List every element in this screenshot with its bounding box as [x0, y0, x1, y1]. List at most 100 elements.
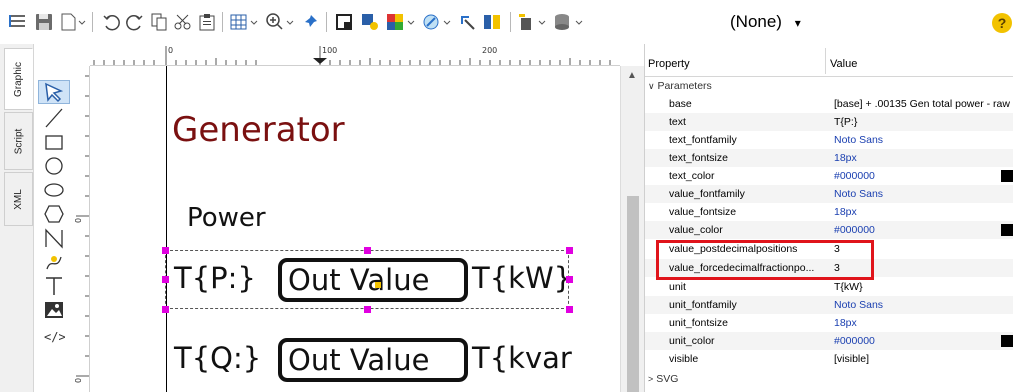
- redo-icon[interactable]: [124, 0, 146, 44]
- help-icon[interactable]: ?: [992, 13, 1012, 33]
- property-value[interactable]: #000000: [834, 332, 1013, 350]
- property-row-text-fontfamily[interactable]: text_fontfamily Noto Sans: [645, 131, 1013, 149]
- rectangle-icon: [45, 135, 63, 150]
- property-value[interactable]: Noto Sans: [834, 185, 1013, 203]
- property-value[interactable]: Noto Sans: [834, 131, 1013, 149]
- canvas-power-label[interactable]: Power: [187, 203, 266, 233]
- property-value[interactable]: 18px: [834, 203, 1013, 221]
- polygon-tool[interactable]: [38, 202, 70, 226]
- row2-text-label[interactable]: T{Q:}: [174, 341, 261, 375]
- group-parameters[interactable]: ∨ Parameters: [645, 77, 1013, 95]
- align-icon[interactable]: [480, 0, 504, 44]
- save-icon[interactable]: [32, 0, 56, 44]
- chevron-right-icon: >: [648, 374, 654, 384]
- property-value[interactable]: T{kW}: [834, 278, 1013, 296]
- group-svg[interactable]: > SVG: [645, 370, 1013, 388]
- row2-value-box[interactable]: Out Value: [278, 338, 468, 382]
- resize-handle-tr[interactable]: [566, 247, 573, 254]
- property-row-value-fontfamily[interactable]: value_fontfamily Noto Sans: [645, 185, 1013, 203]
- drawing-tools-palette: </>: [34, 44, 74, 392]
- property-row-text-fontsize[interactable]: text_fontsize 18px: [645, 149, 1013, 167]
- color-swatch[interactable]: [1001, 335, 1013, 347]
- effect-icon[interactable]: [420, 0, 454, 44]
- tab-xml-label: XML: [13, 188, 24, 210]
- list-icon[interactable]: [6, 0, 30, 44]
- color-swatch[interactable]: [1001, 170, 1013, 182]
- side-tab-bar: Graphic Script XML: [0, 44, 34, 392]
- line-tool[interactable]: [38, 106, 70, 130]
- ruler-label-200: 200: [482, 46, 498, 55]
- color-palette-icon[interactable]: [384, 0, 418, 44]
- property-key: text_color: [669, 170, 715, 182]
- text-tool[interactable]: [38, 274, 70, 298]
- color-swatch[interactable]: [1001, 224, 1013, 236]
- scroll-up-icon[interactable]: ▲: [627, 70, 637, 81]
- drawing-canvas[interactable]: Generator Power T{P:} Out Value T{kW} T{…: [90, 66, 620, 392]
- path-tool[interactable]: [38, 250, 70, 274]
- polyline-tool[interactable]: [38, 226, 70, 250]
- rectangle-tool[interactable]: [38, 130, 70, 154]
- property-value[interactable]: 18px: [834, 314, 1013, 332]
- property-key: visible: [669, 353, 699, 365]
- resize-handle-t[interactable]: [364, 247, 371, 254]
- layer-combo[interactable]: (None) ▾: [730, 0, 801, 44]
- property-row-unit-fontsize[interactable]: unit_fontsize 18px: [645, 314, 1013, 332]
- property-value[interactable]: [visible]: [834, 350, 1013, 368]
- path-icon: [46, 256, 62, 270]
- cut-icon[interactable]: [172, 0, 194, 44]
- ellipse-icon: [44, 183, 64, 197]
- property-key: text: [669, 116, 686, 128]
- property-value[interactable]: #000000: [834, 167, 1013, 185]
- tab-script[interactable]: Script: [4, 112, 33, 170]
- grid-icon[interactable]: [228, 0, 262, 44]
- circle-icon: [45, 157, 63, 175]
- tab-xml[interactable]: XML: [4, 172, 33, 226]
- new-document-icon[interactable]: [58, 0, 88, 44]
- highlight-icon[interactable]: [358, 0, 382, 44]
- property-row-value-fontsize[interactable]: value_fontsize 18px: [645, 203, 1013, 221]
- resize-handle-r[interactable]: [566, 276, 573, 283]
- scrollbar-thumb[interactable]: [627, 196, 639, 392]
- property-row-value-color[interactable]: value_color #000000: [645, 221, 1013, 239]
- ellipse-tool[interactable]: [38, 178, 70, 202]
- database-icon[interactable]: [552, 0, 586, 44]
- circle-tool[interactable]: [38, 154, 70, 178]
- resize-handle-bl[interactable]: [162, 306, 169, 313]
- undo-icon[interactable]: [100, 0, 122, 44]
- tab-graphic[interactable]: Graphic: [4, 48, 33, 110]
- resize-handle-l[interactable]: [162, 276, 169, 283]
- pin-icon[interactable]: [300, 0, 322, 44]
- property-value[interactable]: [base] + .00135 Gen total power - raw: [834, 95, 1013, 113]
- property-row-base[interactable]: base [base] + .00135 Gen total power - r…: [645, 95, 1013, 113]
- select-arrow-tool[interactable]: [38, 80, 70, 104]
- paste-icon[interactable]: [196, 0, 218, 44]
- insert-icon[interactable]: [516, 0, 550, 44]
- image-tool[interactable]: [38, 298, 70, 322]
- code-tool[interactable]: </>: [38, 324, 70, 348]
- property-value[interactable]: 18px: [834, 149, 1013, 167]
- resize-handle-b[interactable]: [364, 306, 371, 313]
- property-row-unit-color[interactable]: unit_color #000000: [645, 332, 1013, 350]
- property-key: value_color: [669, 224, 723, 236]
- resize-handle-tl[interactable]: [162, 247, 169, 254]
- canvas-title-text[interactable]: Generator: [172, 110, 345, 150]
- property-row-unit-fontfamily[interactable]: unit_fontfamily Noto Sans: [645, 296, 1013, 314]
- property-value[interactable]: T{P:}: [834, 113, 1013, 131]
- canvas-vertical-scrollbar[interactable]: ▲: [620, 66, 644, 392]
- zoom-icon[interactable]: [264, 0, 298, 44]
- property-row-visible[interactable]: visible [visible]: [645, 350, 1013, 368]
- origin-guide-line: [166, 66, 167, 392]
- pointer-icon[interactable]: [456, 0, 478, 44]
- property-row-text[interactable]: text T{P:}: [645, 113, 1013, 131]
- property-row-text-color[interactable]: text_color #000000: [645, 167, 1013, 185]
- property-value[interactable]: #000000: [834, 221, 1013, 239]
- resize-handle-br[interactable]: [566, 306, 573, 313]
- property-value[interactable]: Noto Sans: [834, 296, 1013, 314]
- fill-icon[interactable]: [332, 0, 356, 44]
- property-row-unit[interactable]: unit T{kW}: [645, 278, 1013, 296]
- row2-unit-label[interactable]: T{kvar: [472, 341, 572, 375]
- copy-icon[interactable]: [148, 0, 170, 44]
- property-column-header[interactable]: Property: [648, 58, 690, 70]
- vertical-ruler: 0 0: [74, 66, 90, 392]
- value-column-header[interactable]: Value: [830, 58, 857, 70]
